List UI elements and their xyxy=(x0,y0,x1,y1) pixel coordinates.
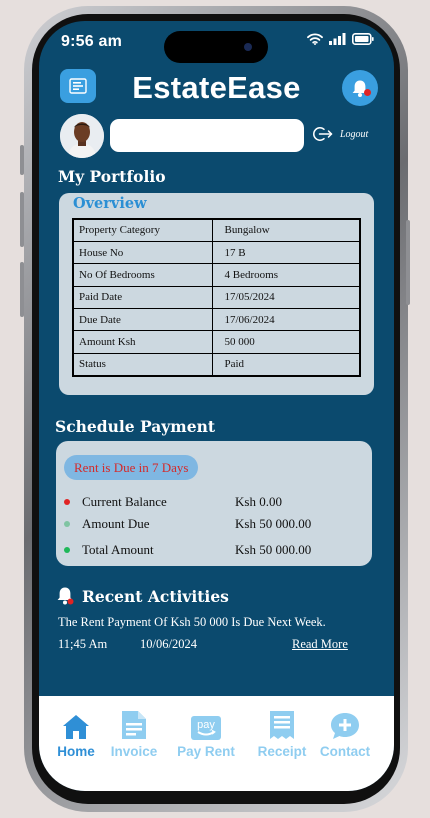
profile-row: Logout xyxy=(39,114,394,160)
home-icon xyxy=(63,715,89,739)
payment-row: Total Amount Ksh 50 000.00 xyxy=(56,542,372,560)
payment-amount: Ksh 50 000.00 xyxy=(235,542,312,557)
user-name-field[interactable] xyxy=(110,119,304,152)
overview-label: Due Date xyxy=(72,308,213,332)
invoice-icon xyxy=(122,711,146,739)
overview-row: House No 17 B xyxy=(72,240,361,265)
nav-label: Pay Rent xyxy=(177,744,235,759)
nav-pay-rent[interactable]: pay Pay Rent xyxy=(171,708,241,759)
avatar[interactable] xyxy=(60,114,104,158)
mute-switch xyxy=(20,145,24,175)
nav-label: Contact xyxy=(319,744,371,759)
payment-row: Current Balance Ksh 0.00 xyxy=(56,494,372,512)
schedule-card: Rent is Due in 7 Days Current Balance Ksh… xyxy=(56,441,372,566)
contact-icon xyxy=(331,713,359,739)
overview-label: Status xyxy=(72,352,213,377)
activity-text: The Rent Payment Of Ksh 50 000 Is Due Ne… xyxy=(58,615,326,629)
pay-icon: pay xyxy=(191,716,221,740)
status-time: 9:56 am xyxy=(61,33,122,50)
overview-row: No Of Bedrooms 4 Bedrooms xyxy=(72,263,361,287)
overview-title: Overview xyxy=(73,195,147,212)
volume-down-button xyxy=(20,262,24,317)
schedule-payment-title: Schedule Payment xyxy=(55,417,215,436)
bullet-dot xyxy=(64,499,70,505)
overview-row: Paid Date 17/05/2024 xyxy=(72,285,361,310)
status-bar: 9:56 am xyxy=(39,21,394,65)
app-header: EstateEase xyxy=(39,69,394,109)
svg-text:pay: pay xyxy=(197,719,215,731)
nav-invoice[interactable]: Invoice xyxy=(99,708,169,759)
rent-due-badge: Rent is Due in 7 Days xyxy=(64,455,199,480)
overview-value: 17 B xyxy=(211,240,361,265)
app-title: EstateEase xyxy=(132,70,301,105)
payment-label: Total Amount xyxy=(82,542,154,557)
app-screen: 9:56 am EstateEase Logout My Portfolio O… xyxy=(39,21,394,791)
activity-date: 10/06/2024 xyxy=(140,637,197,651)
overview-table: Property Category Bungalow House No 17 B No … xyxy=(72,218,361,377)
overview-value: Paid xyxy=(211,352,361,377)
receipt-icon xyxy=(270,711,294,739)
logout-label: Logout xyxy=(340,128,369,140)
recent-activities-header: Recent Activities xyxy=(56,586,229,606)
bullet-dot xyxy=(64,521,70,527)
notifications-button[interactable] xyxy=(342,70,378,106)
status-icons xyxy=(307,33,374,45)
overview-label: House No xyxy=(72,240,213,265)
power-button xyxy=(406,220,410,305)
logout-button[interactable]: Logout xyxy=(313,126,368,142)
overview-row: Property Category Bungalow xyxy=(72,218,361,242)
payment-amount: Ksh 0.00 xyxy=(235,494,282,509)
read-more-link[interactable]: Read More xyxy=(292,637,348,652)
portfolio-title: My Portfolio xyxy=(58,167,166,186)
activity-time: 11;45 Am xyxy=(58,637,108,651)
nav-label: Invoice xyxy=(110,744,158,759)
camera-lens xyxy=(244,43,252,51)
overview-label: Amount Ksh xyxy=(72,330,213,354)
wifi-icon xyxy=(307,33,323,45)
avatar-photo xyxy=(60,114,104,158)
overview-value: Bungalow xyxy=(211,218,361,242)
bottom-nav: Home Invoice pay Pay Rent Receipt Contac… xyxy=(39,696,394,791)
payment-label: Current Balance xyxy=(82,494,167,509)
overview-row: Due Date 17/06/2024 xyxy=(72,308,361,332)
volume-up-button xyxy=(20,192,24,247)
payment-amount: Ksh 50 000.00 xyxy=(235,516,312,531)
logout-icon xyxy=(313,127,333,141)
payment-row: Amount Due Ksh 50 000.00 xyxy=(56,516,372,534)
nav-receipt[interactable]: Receipt xyxy=(247,708,317,759)
bullet-dot xyxy=(64,547,70,553)
overview-value: 50 000 xyxy=(211,330,361,354)
payment-label: Amount Due xyxy=(82,516,150,531)
overview-value: 17/05/2024 xyxy=(211,285,361,310)
overview-label: Property Category xyxy=(72,218,213,242)
overview-label: Paid Date xyxy=(72,285,213,310)
nav-contact[interactable]: Contact xyxy=(310,708,380,759)
overview-row: Status Paid xyxy=(72,352,361,377)
overview-value: 17/06/2024 xyxy=(211,308,361,332)
recent-activities-title: Recent Activities xyxy=(82,586,229,606)
battery-icon xyxy=(352,33,374,45)
dynamic-island xyxy=(164,31,268,63)
nav-label: Receipt xyxy=(257,744,307,759)
overview-card: Overview Property Category Bungalow House … xyxy=(59,193,374,395)
overview-row: Amount Ksh 50 000 xyxy=(72,330,361,354)
signal-icon xyxy=(329,33,346,45)
overview-label: No Of Bedrooms xyxy=(72,263,213,287)
notification-dot xyxy=(364,89,371,96)
bell-icon xyxy=(57,587,74,605)
overview-value: 4 Bedrooms xyxy=(211,263,361,287)
